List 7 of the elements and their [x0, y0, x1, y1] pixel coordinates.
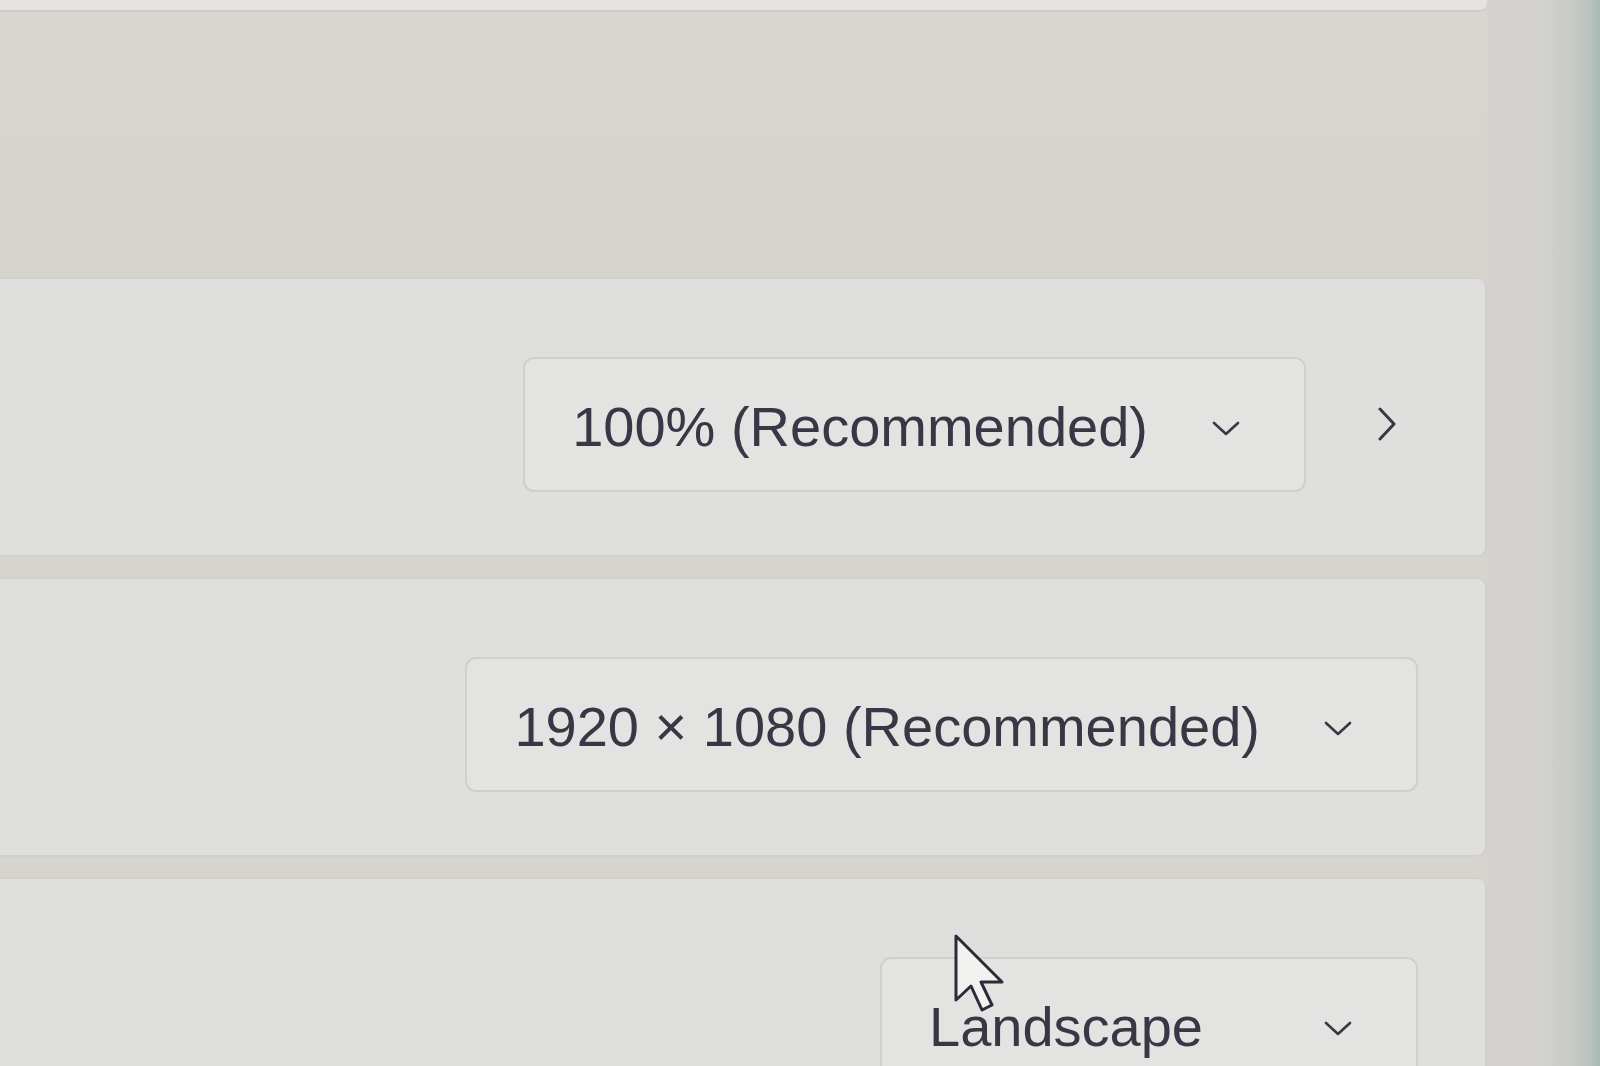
- chevron-down-icon: [1324, 1021, 1352, 1037]
- chevron-down-icon: [1212, 421, 1240, 437]
- dropdown[interactable]: 1920 × 1080 (Recommended): [465, 657, 1418, 792]
- chevron-down-icon: [1324, 721, 1352, 737]
- dropdown[interactable]: 100% (Recommended): [523, 357, 1306, 492]
- chevron-right-icon[interactable]: [1378, 407, 1396, 441]
- dropdown[interactable]: Landscape: [880, 957, 1418, 1066]
